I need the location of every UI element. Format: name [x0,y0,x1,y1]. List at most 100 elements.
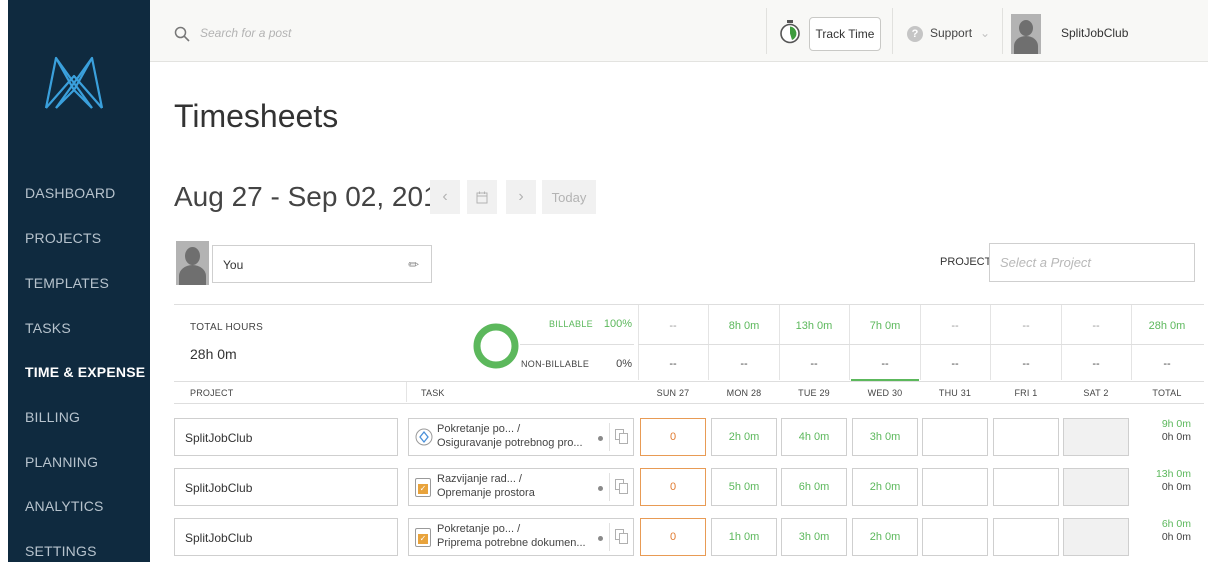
app-logo[interactable] [42,52,106,112]
time-input-fri[interactable] [993,418,1059,456]
copy-icon[interactable] [615,429,628,444]
billable-tue: 13h 0m [795,320,833,332]
divider [609,473,610,501]
sidebar-item-planning[interactable]: PLANNING [25,454,98,470]
row-total-billable: 9h 0m [1161,418,1191,430]
project-name: SplitJobClub [185,481,253,495]
pencil-icon[interactable]: ✏ [408,257,419,273]
sidebar-item-templates[interactable]: TEMPLATES [25,275,109,291]
stopwatch-icon[interactable] [779,20,801,44]
time-input-fri[interactable] [993,518,1059,556]
project-name: SplitJobClub [185,531,253,545]
non-billable-mon: -- [740,358,748,370]
divider [766,8,767,54]
task-select[interactable]: ✓ Razvijanje rad... / Opremanje prostora [408,468,634,506]
row-total-nonbillable: 0h 0m [1161,481,1191,493]
next-week-button[interactable]: › [506,180,536,214]
row-total-nonbillable: 0h 0m [1161,431,1191,443]
help-icon[interactable]: ? [907,26,923,42]
divider [520,344,634,345]
task-status-dot [598,436,603,441]
non-billable-percent: 0% [616,358,632,370]
time-input-mon[interactable]: 5h 0m [711,468,777,506]
billable-sun: -- [669,320,677,332]
copy-icon[interactable] [615,529,628,544]
sidebar: DASHBOARD PROJECTS TEMPLATES TASKS TIME … [8,0,150,562]
sidebar-item-dashboard[interactable]: DASHBOARD [25,185,115,201]
user-selector-value: You [223,258,244,272]
sidebar-item-analytics[interactable]: ANALYTICS [25,498,104,514]
row-total-nonbillable: 0h 0m [1161,531,1191,543]
non-billable-label: NON-BILLABLE [521,359,590,369]
column-header-wed: WED 30 [867,388,903,398]
track-time-button[interactable]: Track Time [809,17,881,51]
non-billable-wed: -- [881,358,889,370]
divider [1002,8,1003,54]
time-input-thu[interactable] [922,418,988,456]
row-total-billable: 6h 0m [1161,518,1191,530]
sidebar-item-billing[interactable]: BILLING [25,409,80,425]
support-menu[interactable]: Support [930,26,972,40]
project-select[interactable]: SplitJobClub [174,418,398,456]
sidebar-item-settings[interactable]: SETTINGS [25,543,97,559]
time-input-wed[interactable]: 3h 0m [852,418,918,456]
user-selector[interactable]: You ✏ [212,245,432,283]
sidebar-item-projects[interactable]: PROJECTS [25,230,101,246]
chevron-down-icon[interactable]: ⌄ [980,26,990,40]
time-input-sat[interactable] [1063,418,1129,456]
task-name: Opremanje prostora [437,487,535,499]
time-input-tue[interactable]: 6h 0m [781,468,847,506]
non-billable-sun: -- [669,358,677,370]
time-input-tue[interactable]: 4h 0m [781,418,847,456]
page-title: Timesheets [174,98,339,134]
project-filter-input[interactable] [989,243,1195,282]
time-input-sun[interactable]: 0 [640,468,706,506]
divider [174,381,1204,382]
project-select[interactable]: SplitJobClub [174,468,398,506]
task-status-dot [598,486,603,491]
time-input-thu[interactable] [922,468,988,506]
time-input-tue[interactable]: 3h 0m [781,518,847,556]
task-select[interactable]: Pokretanje po... / Osiguravanje potrebno… [408,418,634,456]
time-input-fri[interactable] [993,468,1059,506]
billable-sat: -- [1092,320,1100,332]
user-menu[interactable]: SplitJobClub [1061,26,1128,40]
task-status-dot [598,536,603,541]
project-filter-label: PROJECT: [940,256,994,268]
time-input-sun[interactable]: 0 [640,518,706,556]
billable-total: 28h 0m [1148,320,1186,332]
time-input-thu[interactable] [922,518,988,556]
column-header-task: TASK [421,388,445,398]
divider [406,382,407,402]
sidebar-item-tasks[interactable]: TASKS [25,320,71,336]
calendar-button[interactable] [467,180,497,214]
avatar[interactable] [1011,14,1041,54]
time-input-sat[interactable] [1063,468,1129,506]
time-input-wed[interactable]: 2h 0m [852,468,918,506]
time-input-sun[interactable]: 0 [640,418,706,456]
project-select[interactable]: SplitJobClub [174,518,398,556]
checklist-icon: ✓ [415,478,431,497]
time-input-wed[interactable]: 2h 0m [852,518,918,556]
copy-icon[interactable] [615,479,628,494]
non-billable-total: -- [1163,358,1171,370]
sidebar-item-time-expense[interactable]: TIME & EXPENSE [25,364,145,380]
prev-week-button[interactable]: ‹ [430,180,460,214]
non-billable-sat: -- [1092,358,1100,370]
column-header-tue: TUE 29 [798,388,830,398]
billable-label: BILLABLE [549,319,593,329]
today-button[interactable]: Today [542,180,596,214]
divider [609,423,610,451]
time-input-mon[interactable]: 1h 0m [711,518,777,556]
task-select[interactable]: ✓ Pokretanje po... / Priprema potrebne d… [408,518,634,556]
divider [609,523,610,551]
time-input-sat[interactable] [1063,518,1129,556]
billable-percent: 100% [603,318,632,330]
billable-fri: -- [1022,320,1030,332]
task-name: Osiguravanje potrebnog pro... [437,437,583,449]
time-input-mon[interactable]: 2h 0m [711,418,777,456]
search-icon [174,26,190,42]
search-input[interactable] [200,22,600,44]
divider [174,403,1204,404]
total-hours-value: 28h 0m [190,346,237,362]
